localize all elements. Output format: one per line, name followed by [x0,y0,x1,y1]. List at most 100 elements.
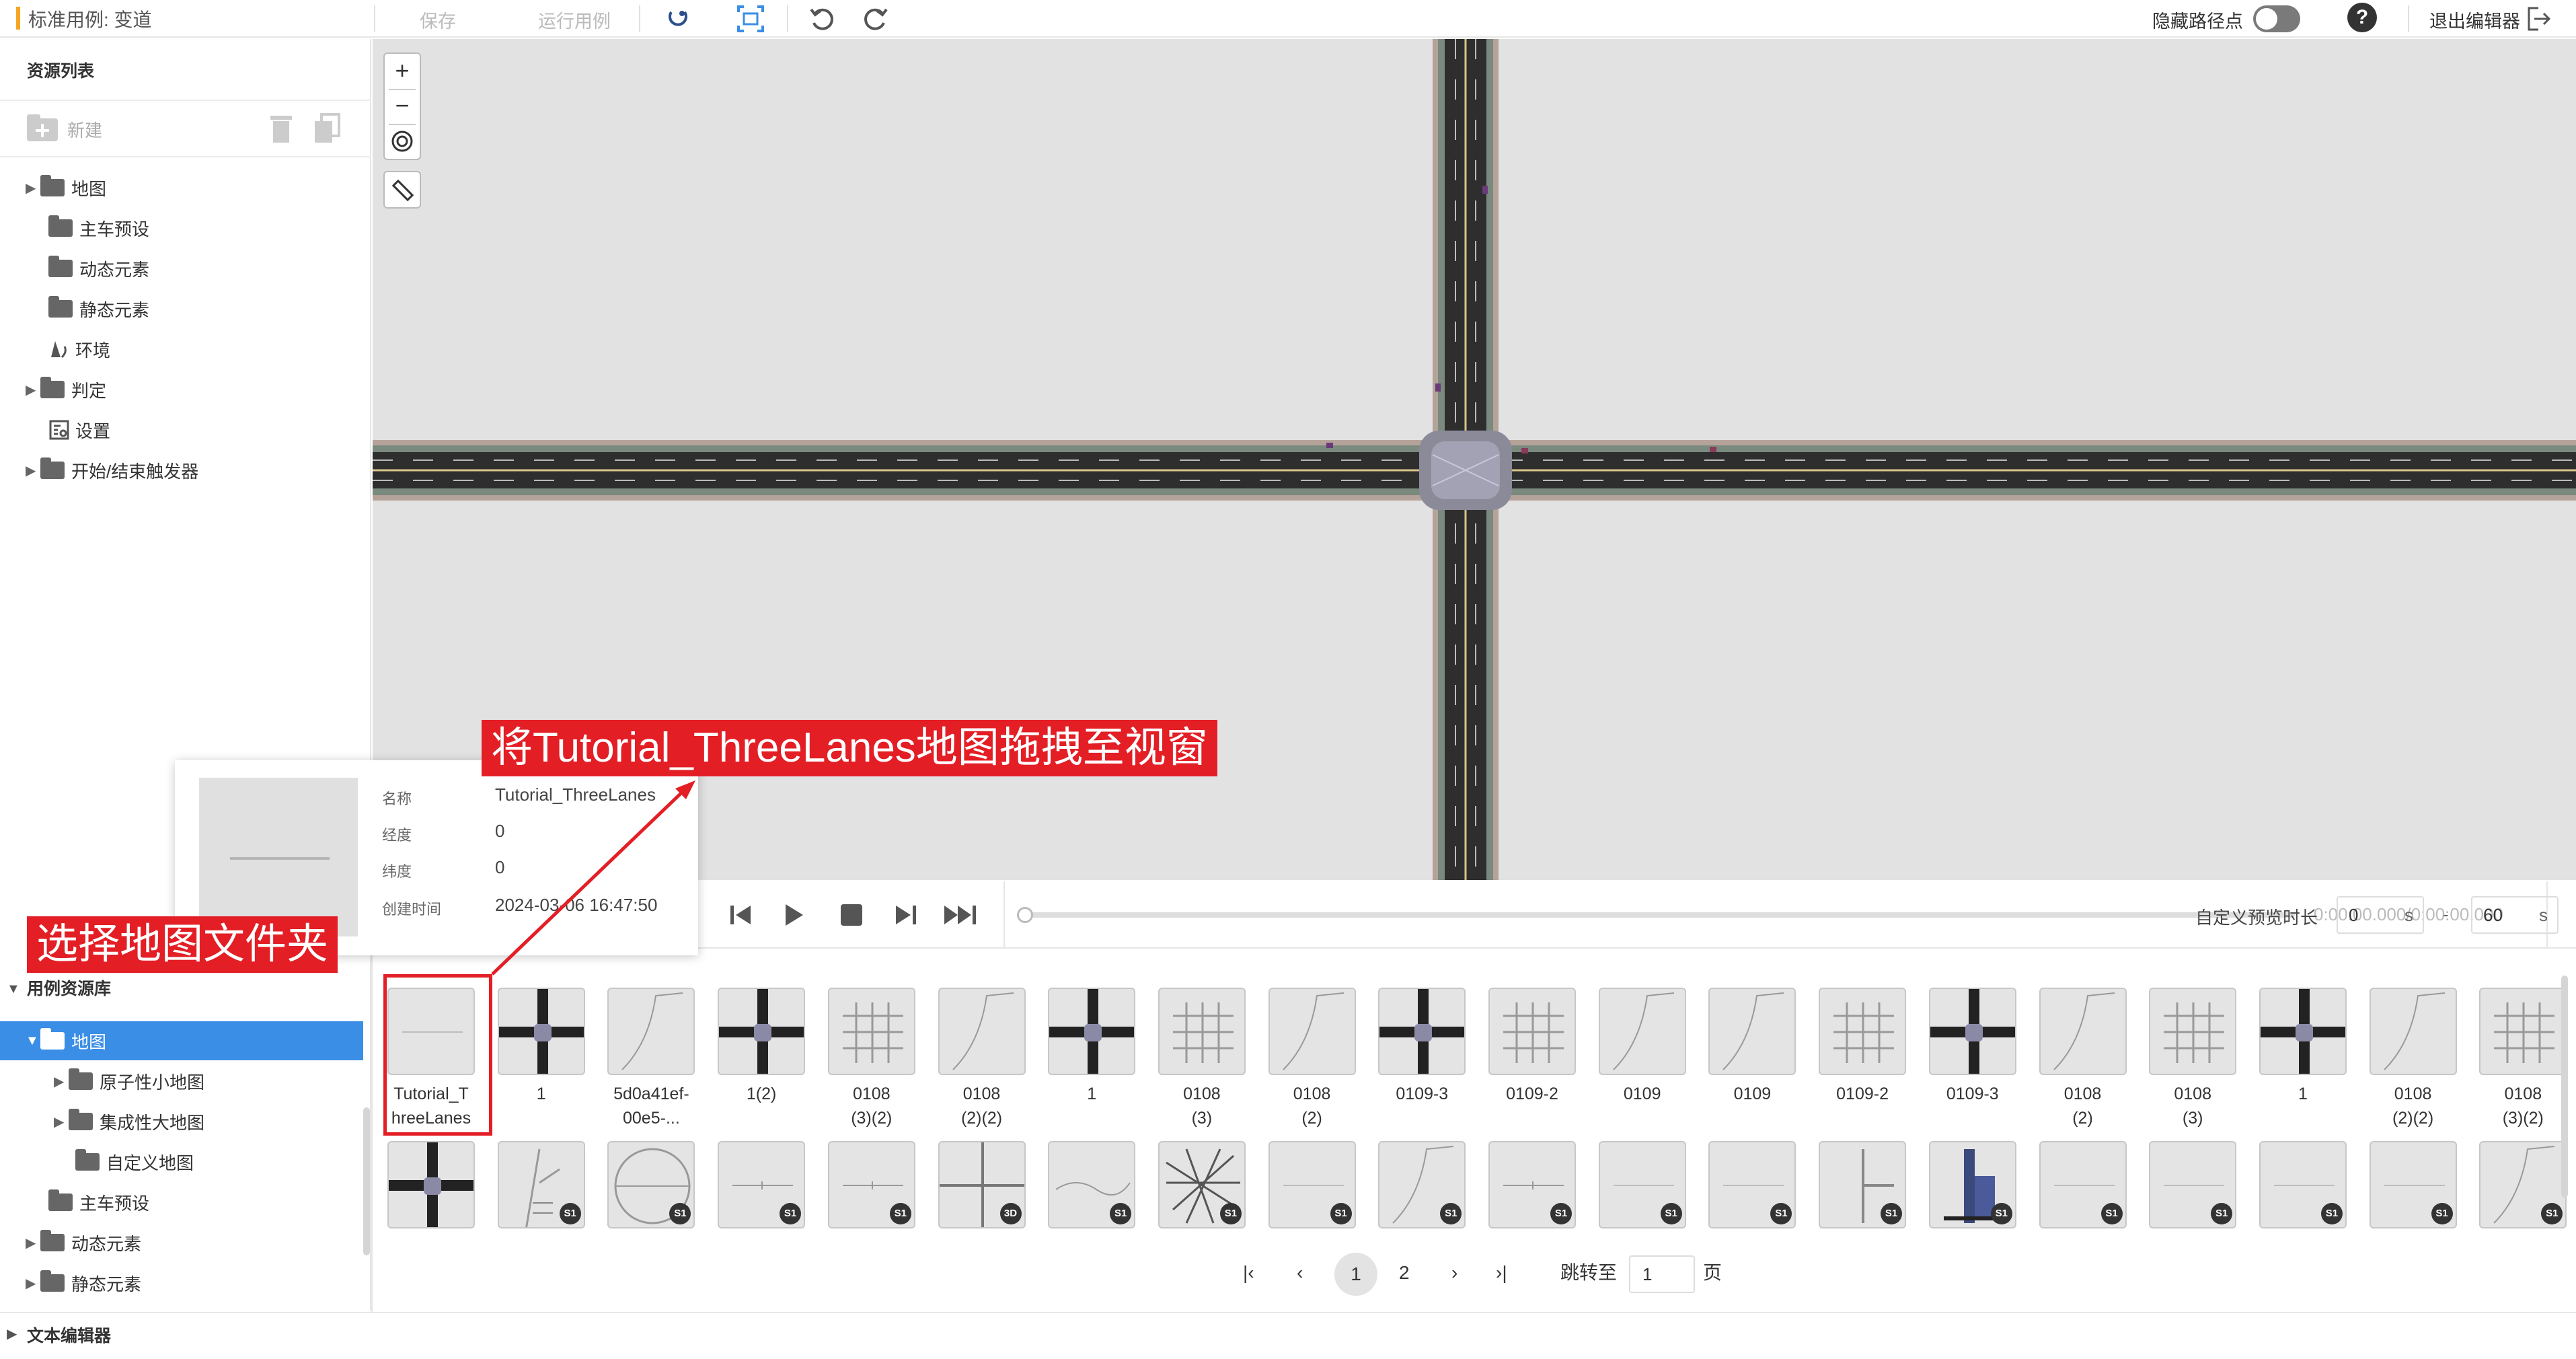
exit-icon[interactable] [2522,3,2554,35]
library-scrollbar[interactable] [363,1107,370,1255]
map-thumbnail[interactable]: S1 [2259,1141,2347,1228]
map-thumbnail[interactable]: S1 [2369,1141,2457,1228]
map-thumbnail[interactable] [2259,988,2347,1075]
timeline-handle[interactable] [1017,907,1033,923]
library-item-dynamic-elements[interactable]: ▶ 动态元素 [26,1226,141,1259]
zoom-out-button[interactable]: − [385,89,420,124]
map-thumbnail[interactable] [1488,988,1576,1075]
map-thumbnail[interactable]: S1 [718,1141,806,1228]
caret-right-icon[interactable]: ▶ [26,381,40,398]
grid-scrollbar[interactable] [2561,976,2568,1198]
caret-right-icon[interactable]: ▶ [26,180,40,196]
delete-icon[interactable] [268,113,295,144]
map-thumbnail[interactable]: S1 [607,1141,695,1228]
library-item-atomic-maps[interactable]: ▶ 原子性小地图 [54,1064,204,1098]
map-thumbnail[interactable] [718,988,806,1075]
map-thumbnail[interactable]: S1 [827,1141,915,1228]
save-button[interactable]: 保存 [420,7,456,33]
map-thumbnail[interactable]: S1 [1598,1141,1686,1228]
tree-item-start-end-trigger[interactable]: ▶ 开始/结束触发器 [26,453,198,487]
map-thumbnail[interactable] [2149,988,2237,1075]
zoom-in-button[interactable]: + [385,54,420,89]
map-thumbnail[interactable] [827,988,915,1075]
map-thumbnail[interactable]: S1 [1378,1141,1466,1228]
map-thumbnail[interactable]: S1 [1268,1141,1356,1228]
map-thumbnail[interactable] [938,988,1026,1075]
map-thumbnail[interactable]: S1 [2149,1141,2237,1228]
map-thumbnail[interactable] [1268,988,1356,1075]
prev-page-button[interactable]: ‹ [1297,1253,1303,1293]
play-icon[interactable] [780,902,807,928]
map-thumbnail[interactable] [1928,988,2016,1075]
next-page-button[interactable]: › [1451,1253,1457,1293]
help-icon[interactable]: ? [2347,3,2377,32]
caret-right-icon[interactable]: ▶ [26,1235,40,1251]
measure-tool[interactable] [383,171,421,209]
new-folder-icon[interactable] [26,113,59,143]
map-thumbnail[interactable] [2369,988,2457,1075]
stop-icon[interactable] [838,902,865,928]
tree-item-map[interactable]: ▶ 地图 [26,171,106,205]
jump-page-input[interactable]: 1 [1629,1255,1695,1293]
map-thumbnail[interactable] [1378,988,1466,1075]
recenter-icon[interactable] [390,129,414,153]
copy-icon[interactable] [313,113,340,144]
map-thumbnail[interactable]: 3D [938,1141,1026,1228]
case-library-header[interactable]: ▼ 用例资源库 [0,969,371,1009]
map-thumbnail[interactable] [2039,988,2127,1075]
caret-down-icon[interactable]: ▼ [7,969,20,1009]
page-button-2[interactable]: 2 [1399,1253,1410,1293]
map-thumbnail[interactable] [2479,988,2567,1075]
caret-down-icon[interactable]: ▼ [26,1033,40,1049]
map-thumbnail[interactable]: S1 [1819,1141,1907,1228]
map-thumbnail[interactable]: S1 [2479,1141,2567,1228]
map-thumbnail[interactable] [607,988,695,1075]
library-item-integrated-maps[interactable]: ▶ 集成性大地图 [54,1105,204,1138]
map-thumbnail[interactable]: S1 [497,1141,585,1228]
caret-right-icon[interactable]: ▶ [7,1325,17,1342]
library-item-custom-maps[interactable]: 自定义地图 [75,1145,194,1179]
text-editor-bar[interactable]: ▶ 文本编辑器 [0,1312,2576,1359]
caret-right-icon[interactable]: ▶ [54,1073,69,1090]
run-case-button[interactable]: 运行用例 [538,7,611,33]
preview-start-input[interactable]: 0 s [2337,896,2424,934]
caret-right-icon[interactable]: ▶ [26,1275,40,1292]
first-page-button[interactable]: |‹ [1243,1253,1254,1293]
map-thumbnail[interactable] [1598,988,1686,1075]
preview-end-input[interactable]: 60 s [2471,896,2559,934]
tree-item-settings[interactable]: 设置 [48,413,110,447]
tree-item-judgement[interactable]: ▶ 判定 [26,373,106,406]
tree-item-static-elements[interactable]: 静态元素 [48,292,149,326]
caret-right-icon[interactable]: ▶ [54,1113,69,1130]
map-thumbnail[interactable]: S1 [1158,1141,1246,1228]
map-thumbnail[interactable] [387,1141,475,1228]
tree-item-ego-preset[interactable]: 主车预设 [48,211,149,245]
map-thumbnail[interactable]: S1 [1048,1141,1136,1228]
magnet-icon[interactable] [662,3,694,35]
fit-view-icon[interactable] [734,3,767,35]
library-item-map[interactable]: ▼ 地图 [0,1021,363,1060]
tree-item-environment[interactable]: 环境 [48,332,110,366]
map-thumbnail[interactable]: S1 [1928,1141,2016,1228]
map-thumbnail[interactable] [497,988,585,1075]
fast-forward-icon[interactable] [943,902,981,928]
step-forward-icon[interactable] [892,902,919,928]
last-page-button[interactable]: ›| [1496,1253,1507,1293]
library-item-static-elements[interactable]: ▶ 静态元素 [26,1266,141,1300]
redo-icon[interactable] [860,3,892,35]
map-thumbnail[interactable]: S1 [1708,1141,1796,1228]
map-thumbnail[interactable]: S1 [2039,1141,2127,1228]
page-button-1[interactable]: 1 [1334,1253,1377,1296]
library-item-ego-preset[interactable]: 主车预设 [48,1185,149,1219]
step-back-icon[interactable] [728,902,755,928]
undo-icon[interactable] [806,3,838,35]
map-thumbnail[interactable]: S1 [1488,1141,1576,1228]
caret-right-icon[interactable]: ▶ [26,462,40,479]
map-thumbnail[interactable] [1819,988,1907,1075]
new-button[interactable]: 新建 [67,117,102,142]
map-thumbnail[interactable] [1048,988,1136,1075]
timeline-slider[interactable] [1017,907,2295,923]
hide-waypoints-toggle[interactable] [2253,5,2300,32]
map-thumbnail[interactable] [1708,988,1796,1075]
exit-editor-button[interactable]: 退出编辑器 [2429,7,2520,33]
